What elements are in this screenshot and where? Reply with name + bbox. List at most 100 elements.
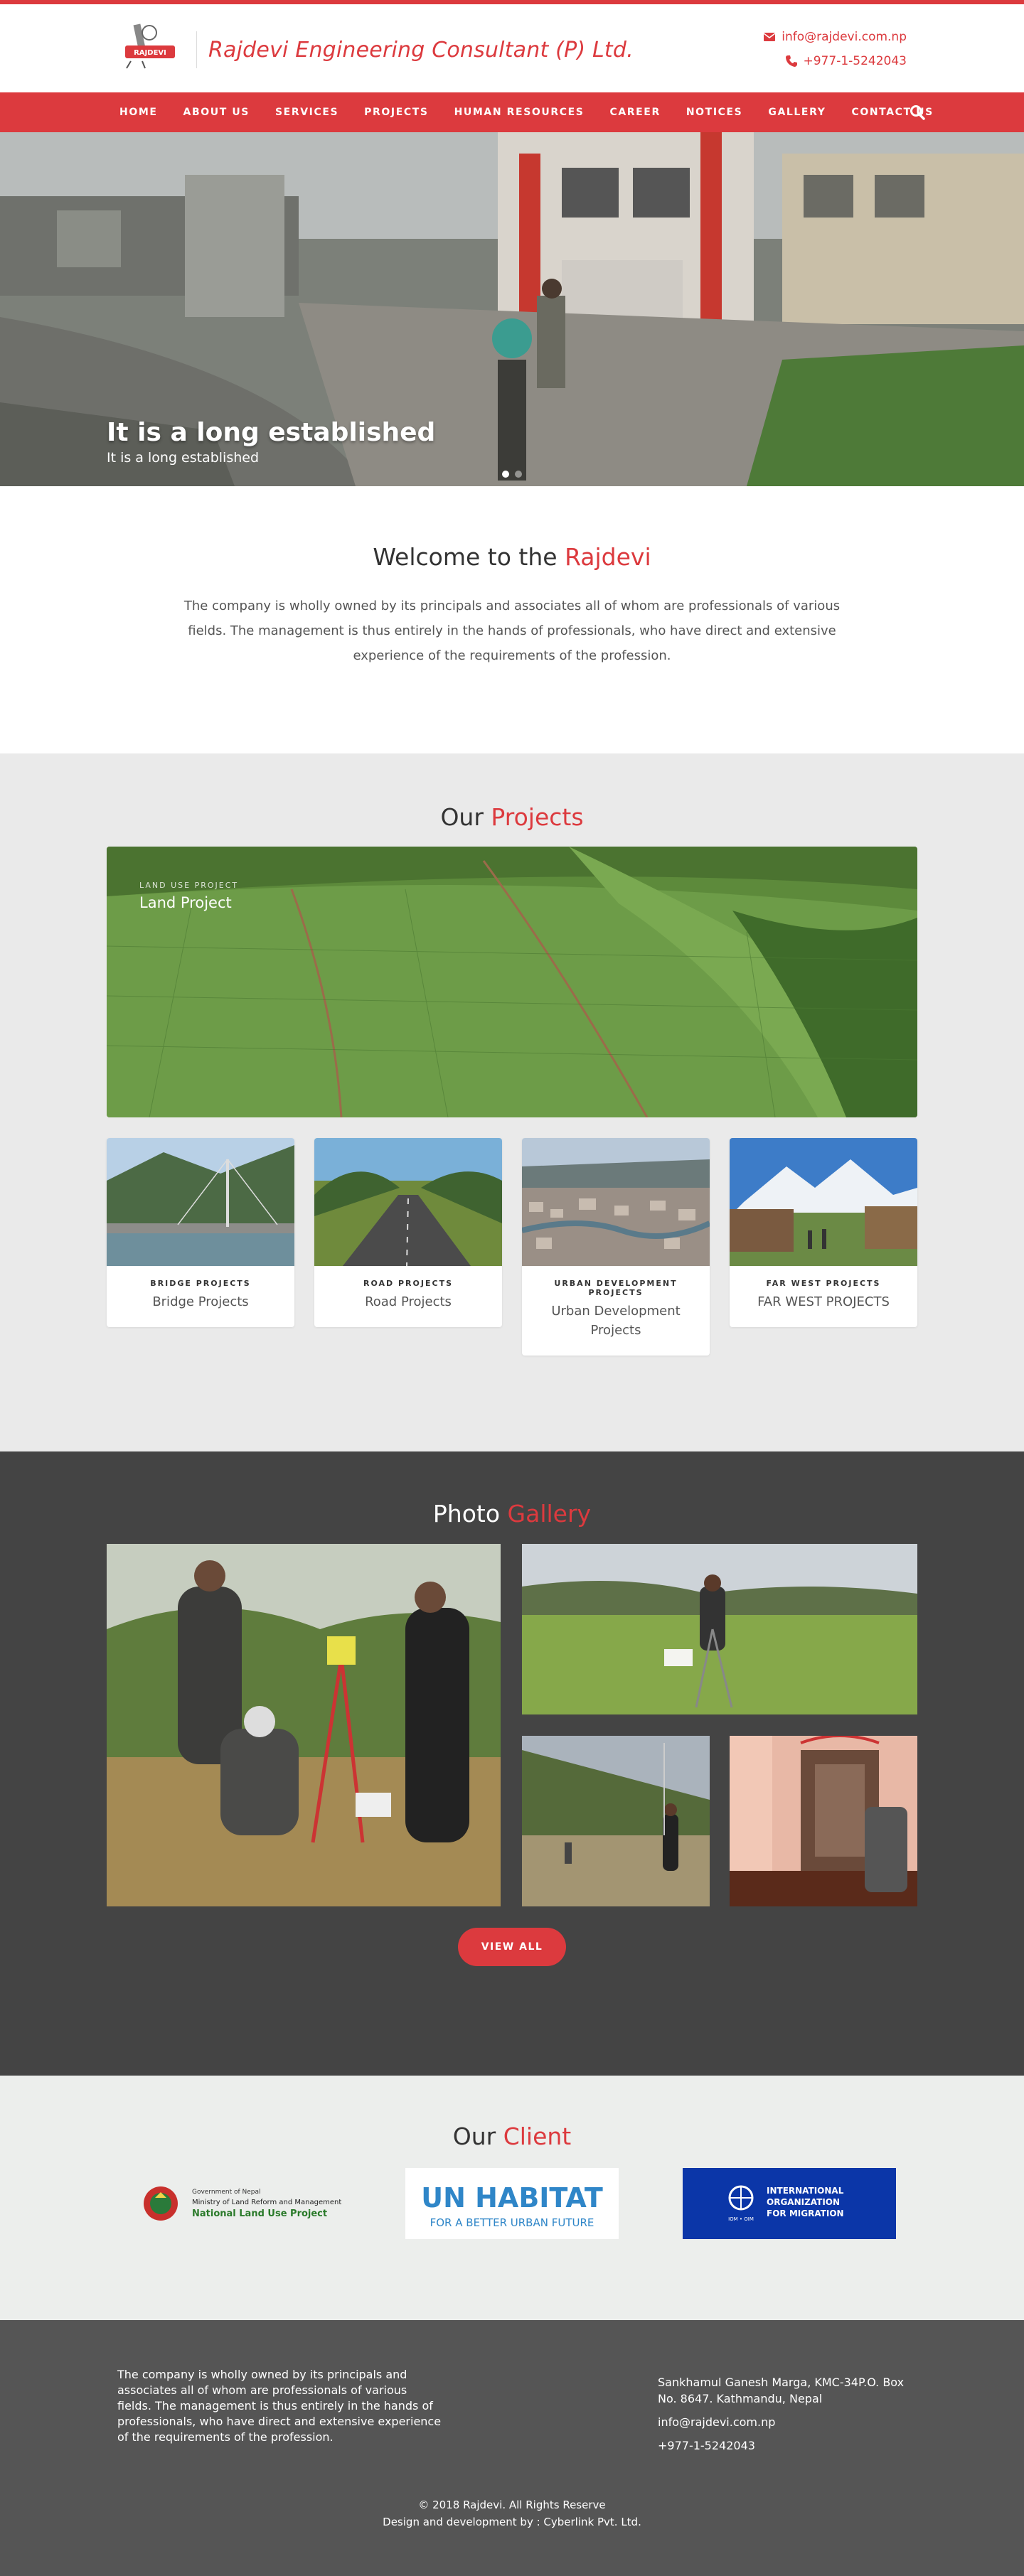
far-west-project-image	[730, 1138, 917, 1266]
brand-block[interactable]: Rajdevi Engineering Consultant (P) Ltd.	[196, 31, 634, 68]
project-card-bridge[interactable]: BRIDGE PROJECTS Bridge Projects	[107, 1138, 294, 1327]
hero-subtitle: It is a long established	[107, 450, 260, 466]
bridge-project-tag: BRIDGE PROJECTS	[150, 1279, 251, 1288]
footer-copyright-block: © 2018 Rajdevi. All Rights Reserve Desig…	[0, 2496, 1024, 2531]
project-card-far-west[interactable]: FAR WEST PROJECTS FAR WEST PROJECTS	[730, 1138, 917, 1327]
slider-dot[interactable]	[515, 471, 522, 478]
projects-title: Our Projects	[0, 803, 1024, 831]
projects-title-accent: Projects	[491, 803, 584, 831]
company-logo[interactable]: RAJDEVI	[121, 18, 178, 70]
client-2-line2: FOR A BETTER URBAN FUTURE	[430, 2216, 594, 2229]
phone-icon	[785, 55, 797, 67]
client-logo-national-land-use[interactable]: Government of Nepal Ministry of Land Ref…	[135, 2168, 348, 2239]
road-project-tag: ROAD PROJECTS	[363, 1279, 453, 1288]
header-contact: info@rajdevi.com.np +977-1-5242043	[763, 30, 907, 78]
un-habitat-logo: UN HABITAT FOR A BETTER URBAN FUTURE	[421, 2182, 603, 2229]
nav-item-services[interactable]: SERVICES	[262, 107, 351, 118]
field-survey-photo	[522, 1544, 917, 1714]
projects-section: Our Projects LAND USE PROJECT Land Proje…	[0, 753, 1024, 1451]
forest-survey-photo	[522, 1736, 710, 1906]
featured-project-caption: LAND USE PROJECT Land Project	[139, 881, 238, 911]
client-3-line2: ORGANIZATION	[767, 2197, 840, 2207]
site-header: RAJDEVI Rajdevi Engineering Consultant (…	[0, 4, 1024, 92]
hero-caption: It is a long established It is a long es…	[107, 418, 435, 466]
client-3-line1: INTERNATIONAL	[767, 2186, 844, 2196]
road-project-name: Road Projects	[365, 1294, 452, 1309]
survey-team-photo	[107, 1544, 501, 1906]
urban-project-name: Urban Development Projects	[551, 1304, 681, 1338]
slider-dot-active[interactable]	[502, 471, 509, 478]
nav-item-notices[interactable]: NOTICES	[673, 107, 756, 118]
nav-item-career[interactable]: CAREER	[597, 107, 673, 118]
urban-project-image	[522, 1138, 710, 1266]
client-logo-un-habitat[interactable]: UN HABITAT FOR A BETTER URBAN FUTURE	[405, 2168, 619, 2239]
footer-phone[interactable]: +977-1-5242043	[658, 2437, 907, 2454]
header-email: info@rajdevi.com.np	[782, 30, 907, 44]
main-nav: HOME ABOUT US SERVICES PROJECTS HUMAN RE…	[0, 92, 1024, 132]
header-phone-row[interactable]: +977-1-5242043	[763, 54, 907, 68]
nav-item-projects[interactable]: PROJECTS	[351, 107, 441, 118]
featured-project-name: Land Project	[139, 894, 232, 911]
welcome-section: Welcome to the Rajdevi The company is wh…	[0, 486, 1024, 753]
hero-title: It is a long established	[107, 418, 436, 447]
project-card-urban-development[interactable]: URBAN DEVELOPMENT PROJECTS Urban Develop…	[522, 1138, 710, 1356]
clients-title: Our Client	[0, 2122, 1024, 2150]
client-1-line2: Ministry of Land Reform and Management	[192, 2199, 341, 2206]
gallery-photo-4[interactable]	[730, 1736, 917, 1906]
gallery-title-accent: Gallery	[507, 1500, 592, 1528]
far-west-project-tag: FAR WEST PROJECTS	[766, 1279, 881, 1288]
client-3-line3: FOR MIGRATION	[767, 2209, 844, 2218]
footer-credit[interactable]: Design and development by : Cyberlink Pv…	[0, 2513, 1024, 2531]
client-logo-iom[interactable]: IOM • OIM INTERNATIONAL ORGANIZATION FOR…	[683, 2168, 896, 2239]
road-project-image	[314, 1138, 502, 1267]
footer-about-text: The company is wholly owned by its princ…	[117, 2368, 442, 2444]
nav-item-about-us[interactable]: ABOUT US	[171, 107, 262, 118]
gallery-photo-2[interactable]	[522, 1544, 917, 1714]
projects-title-prefix: Our	[440, 803, 484, 831]
footer-email[interactable]: info@rajdevi.com.np	[658, 2414, 907, 2430]
hero-slider[interactable]: It is a long established It is a long es…	[0, 132, 1024, 486]
client-3-line4: IOM • OIM	[728, 2216, 754, 2222]
featured-project-tag: LAND USE PROJECT	[139, 881, 239, 890]
clients-title-prefix: Our	[452, 2122, 496, 2150]
nav-item-gallery[interactable]: GALLERY	[755, 107, 838, 118]
footer-contact: Sankhamul Ganesh Marga, KMC-34P.O. Box N…	[658, 2374, 907, 2461]
logo-text: RAJDEVI	[134, 49, 166, 57]
client-1-line1: Government of Nepal	[192, 2189, 261, 2196]
client-1-line3: National Land Use Project	[192, 2209, 327, 2219]
welcome-title-accent: Rajdevi	[565, 543, 651, 571]
gallery-photo-3[interactable]	[522, 1736, 710, 1906]
urban-project-tag: URBAN DEVELOPMENT PROJECTS	[554, 1279, 678, 1297]
gallery-title-prefix: Photo	[432, 1500, 501, 1528]
clients-section: Our Client Government of Nepal Ministry …	[0, 2076, 1024, 2320]
header-email-row[interactable]: info@rajdevi.com.np	[763, 30, 907, 44]
welcome-title: Welcome to the Rajdevi	[0, 543, 1024, 571]
far-west-project-name: FAR WEST PROJECTS	[757, 1294, 890, 1309]
header-phone: +977-1-5242043	[803, 54, 907, 68]
gallery-title: Photo Gallery	[0, 1500, 1024, 1528]
view-all-button[interactable]: VIEW ALL	[458, 1928, 566, 1966]
search-icon[interactable]	[909, 104, 926, 121]
nav-item-home[interactable]: HOME	[107, 107, 171, 118]
office-interior-photo	[730, 1736, 917, 1906]
bridge-project-image	[107, 1138, 294, 1266]
nav-list: HOME ABOUT US SERVICES PROJECTS HUMAN RE…	[107, 92, 946, 132]
nepal-government-logo: Government of Nepal Ministry of Land Ref…	[144, 2186, 341, 2221]
client-2-line1: UN HABITAT	[421, 2182, 603, 2213]
site-footer: The company is wholly owned by its princ…	[0, 2320, 1024, 2576]
envelope-icon	[763, 33, 776, 41]
featured-project-card[interactable]: LAND USE PROJECT Land Project	[107, 847, 917, 1117]
footer-address: Sankhamul Ganesh Marga, KMC-34P.O. Box N…	[658, 2376, 905, 2405]
bridge-project-name: Bridge Projects	[152, 1294, 249, 1309]
iom-logo: IOM • OIM INTERNATIONAL ORGANIZATION FOR…	[728, 2185, 844, 2222]
nav-item-contact-us[interactable]: CONTACT US	[838, 107, 946, 118]
welcome-title-prefix: Welcome to the	[373, 543, 558, 571]
gallery-section: Photo Gallery VIEW ALL	[0, 1451, 1024, 2076]
project-card-road[interactable]: ROAD PROJECTS Road Projects	[314, 1138, 502, 1327]
clients-title-accent: Client	[503, 2122, 572, 2150]
welcome-text: The company is wholly owned by its princ…	[183, 599, 841, 663]
nav-item-human-resources[interactable]: HUMAN RESOURCES	[442, 107, 597, 118]
brand-name: Rajdevi Engineering Consultant (P) Ltd.	[208, 37, 634, 63]
gallery-photo-1[interactable]	[107, 1544, 501, 1906]
footer-copyright: © 2018 Rajdevi. All Rights Reserve	[418, 2499, 606, 2511]
